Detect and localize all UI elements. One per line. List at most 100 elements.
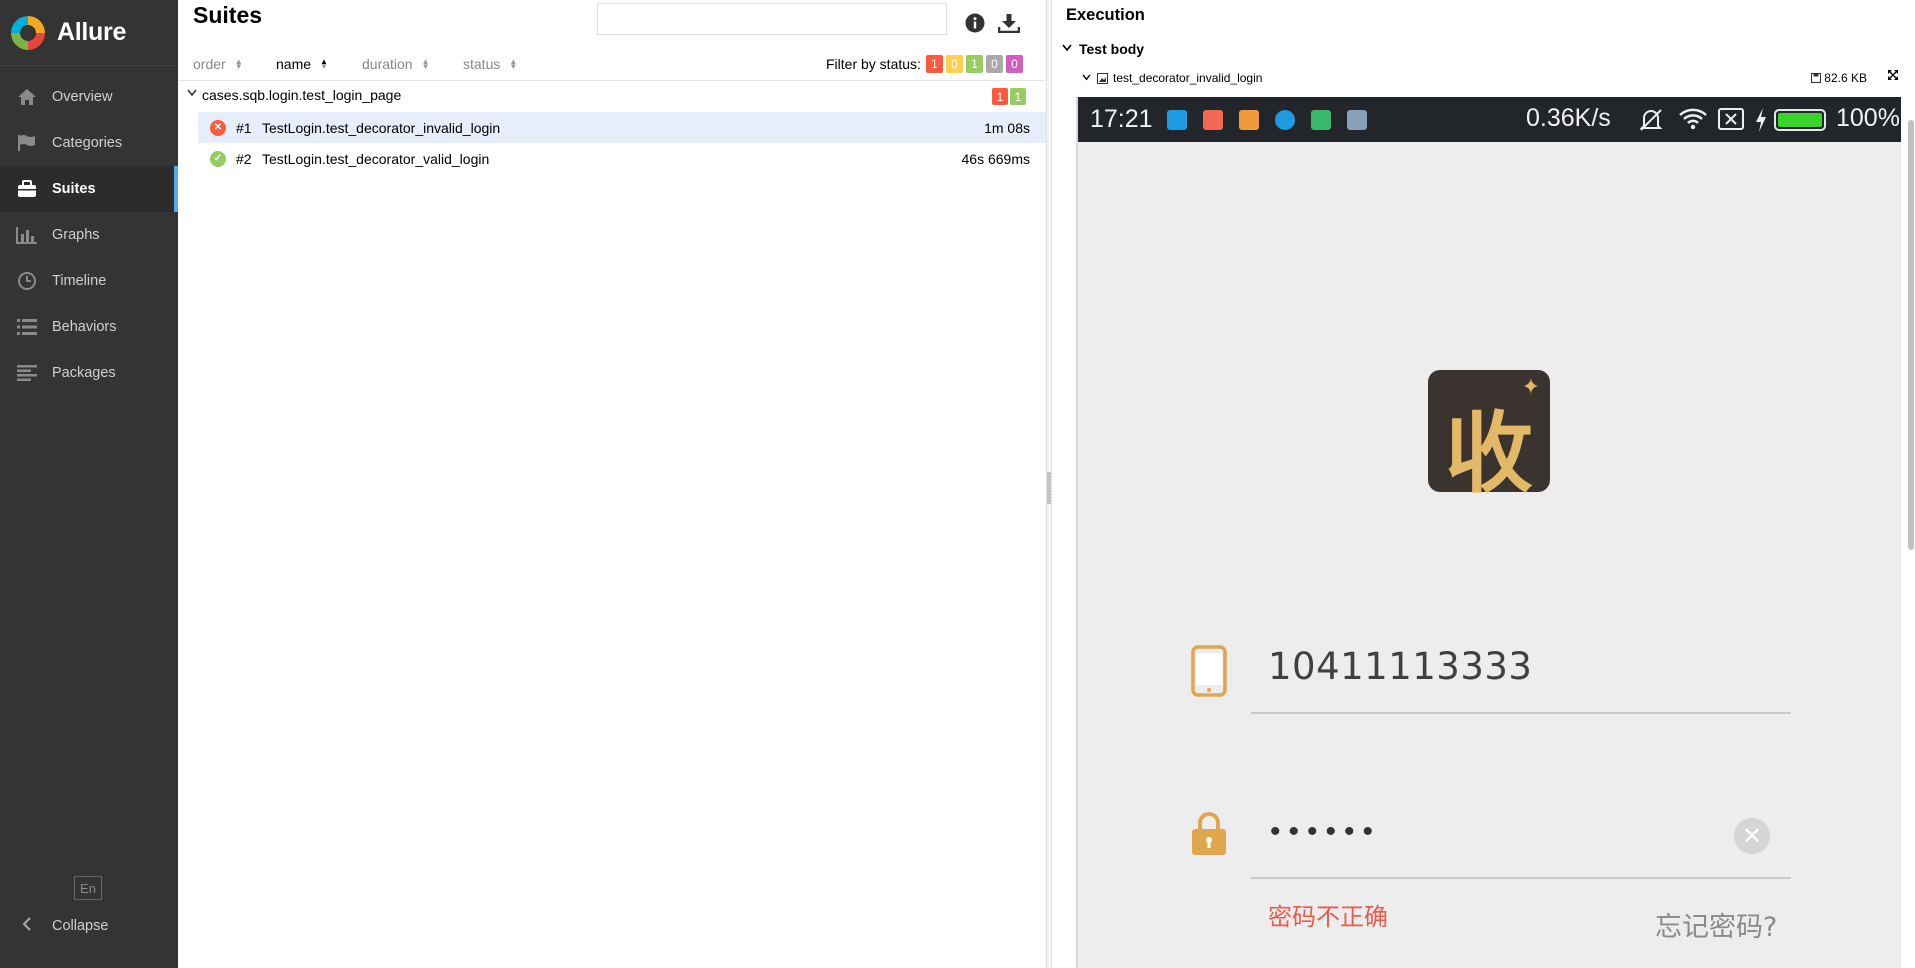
password-error-message: 密码不正确 bbox=[1268, 903, 1388, 931]
attachment-size: 82.6 KB bbox=[1811, 71, 1867, 85]
sidebar-item-behaviors[interactable]: Behaviors bbox=[0, 304, 178, 350]
sort-arrows-icon: ▲ ▼ bbox=[509, 57, 518, 71]
sidebar-item-label: Graphs bbox=[52, 227, 100, 243]
sort-order-label: order bbox=[193, 56, 226, 72]
sidebar-item-graphs[interactable]: Graphs bbox=[0, 212, 178, 258]
mobile-phone-icon bbox=[1190, 645, 1228, 702]
sort-name-label: name bbox=[276, 56, 312, 72]
brand[interactable]: Allure bbox=[0, 0, 178, 66]
download-icon[interactable] bbox=[996, 10, 1022, 36]
password-field: •••••• bbox=[1270, 815, 1382, 848]
test-row[interactable]: ✓ #2 TestLogin.test_decorator_valid_logi… bbox=[198, 143, 1046, 174]
filter-failed-badge[interactable]: 1 bbox=[926, 55, 943, 73]
clear-input-icon: ✕ bbox=[1734, 818, 1770, 854]
flag-icon bbox=[16, 133, 38, 153]
brand-name: Allure bbox=[57, 18, 127, 46]
align-left-icon bbox=[16, 363, 38, 383]
battery-percent: 100% bbox=[1836, 104, 1900, 132]
app-logo: 收 ✦ bbox=[1428, 370, 1550, 505]
step-test-body[interactable]: Test body bbox=[1062, 41, 1144, 57]
usb-app-icon bbox=[1166, 109, 1187, 130]
sidebar-nav: Overview Categories Suites Graphs Timeli… bbox=[0, 74, 178, 396]
test-duration: 1m 08s bbox=[984, 120, 1030, 136]
sort-order[interactable]: order ▲ ▼ bbox=[193, 56, 243, 72]
attachment-size-value: 82.6 KB bbox=[1824, 71, 1867, 85]
attachment-name: test_decorator_invalid_login bbox=[1113, 71, 1263, 85]
step-label: Test body bbox=[1079, 41, 1145, 57]
sort-arrows-icon: ▲ ▼ bbox=[421, 57, 430, 71]
suites-pane: Suites order ▲ ▼ name ▲ ▼ duration ▲ ▼ stat… bbox=[178, 0, 1046, 968]
sort-duration-label: duration bbox=[362, 56, 413, 72]
execution-title: Execution bbox=[1066, 6, 1145, 24]
collapse-label: Collapse bbox=[52, 918, 109, 934]
filter-broken-badge[interactable]: 0 bbox=[946, 55, 963, 73]
test-name: TestLogin.test_decorator_invalid_login bbox=[262, 119, 501, 136]
suite-group-name: cases.sqb.login.test_login_page bbox=[202, 87, 402, 103]
phone-status-bar: 17:21 0.36K/s 100% bbox=[1078, 97, 1901, 142]
notification-app-icon bbox=[1346, 109, 1367, 130]
sidebar-item-label: Packages bbox=[52, 365, 116, 381]
execution-scrollbar[interactable] bbox=[1908, 120, 1914, 550]
chevron-down-icon bbox=[1082, 73, 1091, 84]
splitter-grip-icon[interactable] bbox=[1047, 472, 1051, 504]
info-icon[interactable] bbox=[962, 10, 988, 36]
sidebar-item-packages[interactable]: Packages bbox=[0, 350, 178, 396]
sidebar-item-timeline[interactable]: Timeline bbox=[0, 258, 178, 304]
execution-pane: Execution Test body test_decorator_inval… bbox=[1052, 0, 1915, 968]
chevron-down-icon bbox=[187, 88, 197, 100]
lock-icon bbox=[1190, 810, 1228, 861]
save-icon bbox=[1811, 73, 1822, 83]
sidebar-item-categories[interactable]: Categories bbox=[0, 120, 178, 166]
test-number: #2 bbox=[236, 150, 252, 167]
filter-label: Filter by status: bbox=[826, 56, 921, 72]
failed-status-icon: ✕ bbox=[210, 119, 226, 136]
sort-name[interactable]: name ▲ ▼ bbox=[276, 56, 328, 72]
android-app-icon bbox=[1310, 109, 1331, 130]
sort-status-label: status bbox=[463, 56, 501, 72]
collapse-button[interactable]: Collapse bbox=[16, 914, 108, 938]
sidebar-item-label: Overview bbox=[52, 89, 113, 105]
network-speed: 0.36K/s bbox=[1526, 104, 1611, 132]
attachment-row[interactable]: test_decorator_invalid_login 82.6 KB bbox=[1082, 68, 1905, 88]
expand-icon[interactable] bbox=[1887, 69, 1899, 84]
group-failed-count: 1 bbox=[992, 88, 1008, 105]
no-sim-icon bbox=[1718, 107, 1744, 136]
battery-icon bbox=[1774, 109, 1826, 131]
group-passed-count: 1 bbox=[1010, 88, 1026, 105]
search-input[interactable] bbox=[597, 3, 947, 35]
sidebar-item-overview[interactable]: Overview bbox=[0, 74, 178, 120]
test-row[interactable]: ✕ #1 TestLogin.test_decorator_invalid_lo… bbox=[198, 112, 1046, 143]
filter-unknown-badge[interactable]: 0 bbox=[1006, 55, 1023, 73]
bar-chart-icon bbox=[16, 225, 38, 245]
chevron-down-icon bbox=[1062, 43, 1072, 55]
phone-field-underline bbox=[1251, 712, 1791, 714]
charging-icon bbox=[1754, 107, 1768, 138]
wifi-icon bbox=[1678, 107, 1708, 136]
filter-passed-badge[interactable]: 1 bbox=[966, 55, 983, 73]
passed-status-icon: ✓ bbox=[210, 150, 226, 167]
allure-logo-icon bbox=[11, 15, 45, 50]
sidebar-item-label: Behaviors bbox=[52, 319, 117, 335]
phone-time: 17:21 bbox=[1090, 105, 1153, 133]
sparkle-icon: ✦ bbox=[1521, 374, 1540, 399]
sidebar-item-label: Timeline bbox=[52, 273, 107, 289]
sort-status[interactable]: status ▲ ▼ bbox=[463, 56, 517, 72]
clock-icon bbox=[16, 271, 38, 291]
password-field-underline bbox=[1251, 877, 1791, 879]
language-switcher[interactable]: En bbox=[74, 876, 102, 900]
sort-bar: order ▲ ▼ name ▲ ▼ duration ▲ ▼ status ▲ ▼ F… bbox=[178, 53, 1046, 81]
sort-arrows-icon: ▲ ▼ bbox=[234, 57, 243, 71]
suite-group[interactable]: cases.sqb.login.test_login_page 1 1 bbox=[178, 83, 1046, 110]
briefcase-icon bbox=[16, 179, 38, 199]
sidebar-item-label: Categories bbox=[52, 135, 123, 151]
sidebar-item-suites[interactable]: Suites bbox=[0, 166, 178, 212]
filter-skipped-badge[interactable]: 0 bbox=[986, 55, 1003, 73]
forgot-password-link: 忘记密码? bbox=[1655, 912, 1778, 943]
notification-app-icon bbox=[1274, 109, 1295, 130]
page-title: Suites bbox=[193, 2, 263, 28]
test-number: #1 bbox=[236, 119, 252, 136]
list-icon bbox=[16, 317, 38, 337]
test-name: TestLogin.test_decorator_valid_login bbox=[262, 150, 490, 167]
sort-duration[interactable]: duration ▲ ▼ bbox=[362, 56, 430, 72]
sort-arrows-icon: ▲ ▼ bbox=[320, 57, 328, 71]
